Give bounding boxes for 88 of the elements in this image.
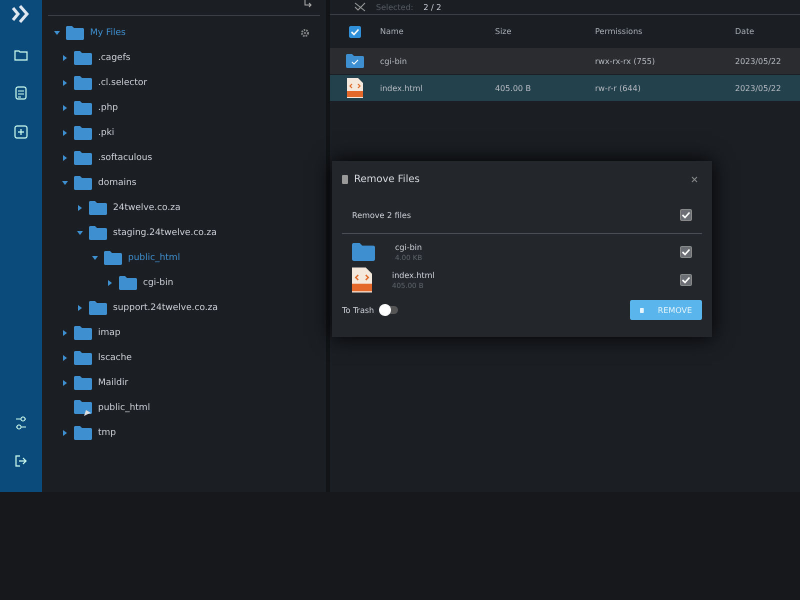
folder-icon (74, 126, 92, 140)
folder-name[interactable]: cgi-bin (143, 278, 174, 288)
collapsed-arrow-icon[interactable] (62, 380, 68, 386)
folder-icon (74, 426, 92, 440)
folder-name[interactable]: .php (98, 102, 118, 112)
selected-label: Selected: (376, 2, 414, 12)
file-name: index.html (380, 84, 424, 92)
folder-icon (74, 100, 92, 114)
folder-name[interactable]: public_html (128, 252, 180, 262)
folder-name[interactable]: imap (98, 328, 120, 338)
folder-name[interactable]: public_html (98, 402, 150, 412)
folder-icon (74, 150, 92, 164)
collapsed-arrow-icon[interactable] (62, 130, 68, 136)
folder-icon[interactable] (14, 49, 28, 61)
checkbox[interactable] (349, 26, 361, 38)
collapsed-arrow-icon[interactable] (77, 204, 83, 210)
expanded-arrow-icon[interactable] (77, 230, 83, 236)
folder-name[interactable]: .cagefs (98, 52, 130, 62)
corner-arrow-icon[interactable] (304, 0, 312, 8)
checkbox[interactable] (680, 209, 692, 221)
to-trash-toggle[interactable] (380, 306, 398, 314)
column-header[interactable]: Permissions (595, 27, 735, 36)
folder-icon (74, 326, 92, 340)
collapsed-arrow-icon[interactable] (62, 80, 68, 86)
toggle-label: To Trash (342, 306, 374, 314)
file-size: 405.00 B (495, 84, 532, 92)
folder-name[interactable]: .cl.selector (98, 78, 148, 88)
folder-icon (74, 76, 92, 90)
add-icon[interactable] (14, 125, 28, 139)
shortcut-folder-icon (74, 400, 92, 416)
folder-name[interactable]: support.24twelve.co.za (113, 302, 218, 312)
file-name: cgi-bin (380, 56, 408, 66)
logout-icon[interactable] (15, 455, 27, 467)
folder-icon (89, 300, 107, 314)
column-header[interactable]: Name (380, 27, 495, 36)
column-header[interactable]: Size (495, 27, 595, 36)
collapsed-arrow-icon[interactable] (107, 280, 113, 286)
collapsed-arrow-icon[interactable] (62, 54, 68, 60)
settings-icon[interactable] (300, 28, 310, 38)
folder-name[interactable]: 24twelve.co.za (113, 202, 180, 212)
expanded-arrow-icon[interactable] (62, 180, 68, 186)
folder-name[interactable]: domains (98, 178, 136, 188)
table-row[interactable]: index.html 405.00 B rw-r-r (644) 2023/05/22 (330, 75, 800, 101)
collapsed-arrow-icon[interactable] (77, 304, 83, 310)
collapsed-arrow-icon[interactable] (62, 330, 68, 336)
folder-name[interactable]: staging.24twelve.co.za (113, 228, 217, 238)
selected-count: 2 / 2 (423, 2, 442, 12)
html-file-icon (352, 267, 372, 293)
logo-icon[interactable] (11, 4, 31, 24)
permissions: rw-r-r (644) (595, 84, 642, 92)
collapsed-arrow-icon[interactable] (62, 154, 68, 160)
folder-icon (104, 250, 122, 264)
deselect-icon[interactable] (354, 2, 366, 12)
collapsed-arrow-icon[interactable] (62, 104, 68, 110)
date: 2023/05/22 (735, 56, 782, 66)
sliders-icon[interactable] (15, 416, 27, 430)
remove-summary: Remove 2 files (352, 210, 411, 220)
collapsed-arrow-icon[interactable] (62, 354, 68, 360)
date: 2023/05/22 (735, 84, 782, 92)
collapsed-arrow-icon[interactable] (62, 430, 68, 436)
checkbox[interactable] (680, 246, 692, 258)
folder-icon (119, 276, 137, 290)
folder-icon (89, 226, 107, 240)
folder-icon (74, 376, 92, 390)
document-icon[interactable] (15, 86, 27, 100)
expanded-arrow-icon[interactable] (92, 254, 98, 260)
folder-name[interactable]: .softaculous (98, 152, 152, 162)
folder-icon (352, 242, 375, 262)
folder-name[interactable]: tmp (98, 428, 116, 438)
file-name: index.html (392, 270, 436, 280)
folder-icon (89, 200, 107, 214)
folder-icon (74, 50, 92, 64)
folder-name[interactable]: Maildir (98, 378, 128, 388)
expanded-arrow-icon[interactable] (54, 30, 60, 36)
permissions: rwx-rx-rx (755) (595, 56, 656, 66)
checked-folder-icon (346, 54, 364, 68)
folder-name[interactable]: My Files (90, 28, 126, 38)
folder-icon (74, 350, 92, 364)
folder-icon (74, 176, 92, 190)
file-name: cgi-bin (395, 242, 423, 252)
checkbox[interactable] (680, 274, 692, 286)
table-row[interactable]: cgi-bin rwx-rx-rx (755) 2023/05/22 (330, 48, 800, 74)
folder-name[interactable]: lscache (98, 352, 132, 362)
dialog-title: Remove Files (354, 174, 420, 184)
html-file-icon (347, 78, 363, 98)
column-header[interactable]: Date (735, 27, 800, 36)
folder-name[interactable]: .pki (98, 128, 114, 138)
folder-icon (66, 26, 84, 40)
